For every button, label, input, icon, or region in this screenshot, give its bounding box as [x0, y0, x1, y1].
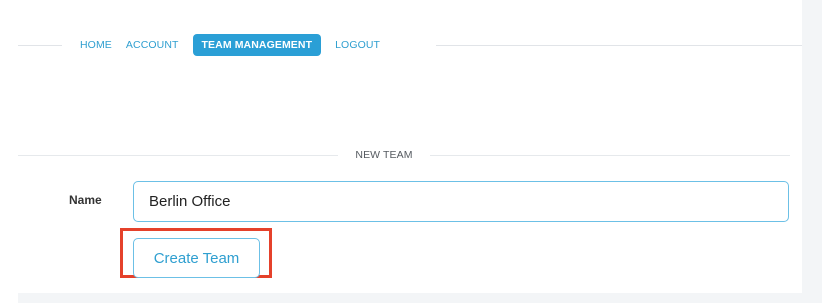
footer-strip: [18, 293, 802, 303]
create-team-button[interactable]: Create Team: [133, 238, 260, 278]
section-divider-right: [430, 155, 790, 156]
nav-divider-left: [18, 45, 62, 46]
nav-item-logout[interactable]: LOGOUT: [335, 35, 380, 55]
section-divider-left: [18, 155, 338, 156]
section-title: NEW TEAM: [355, 149, 413, 161]
nav-item-account[interactable]: ACCOUNT: [126, 35, 179, 55]
name-field-label: Name: [69, 193, 102, 207]
main-nav: HOME ACCOUNT TEAM MANAGEMENT LOGOUT: [80, 34, 380, 56]
nav-divider-right: [436, 45, 802, 46]
nav-item-team-management[interactable]: TEAM MANAGEMENT: [192, 34, 322, 56]
team-name-input[interactable]: [133, 181, 789, 222]
nav-item-home[interactable]: HOME: [80, 35, 112, 55]
right-side-panel: [802, 0, 822, 303]
